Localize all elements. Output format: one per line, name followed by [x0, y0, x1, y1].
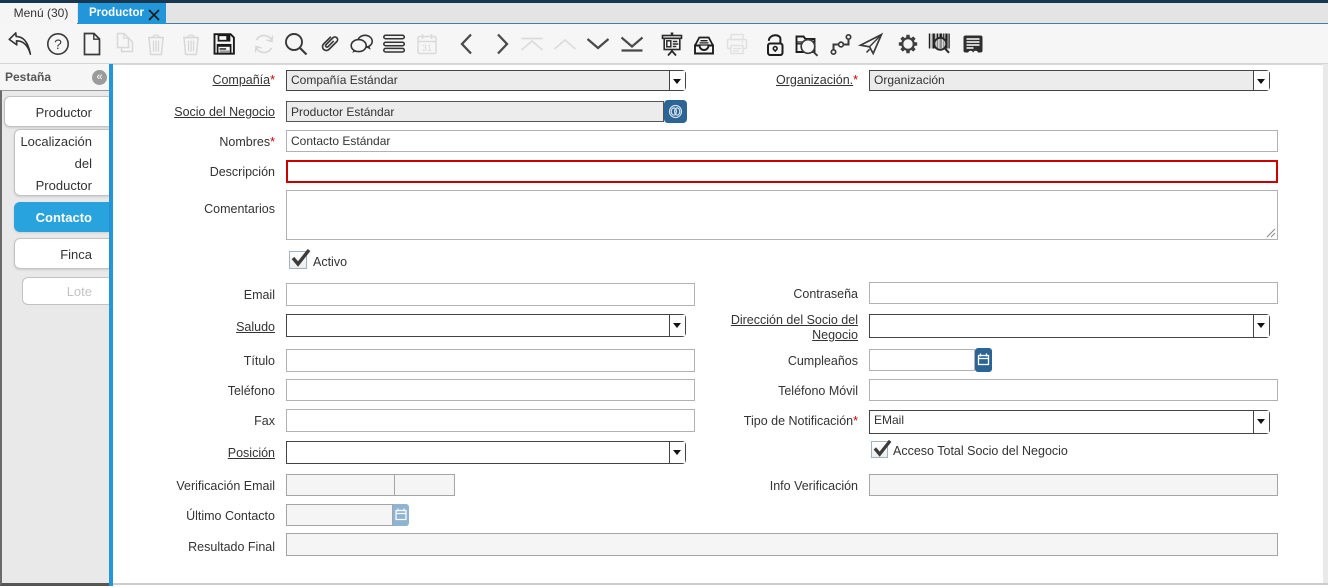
- svg-text:?: ?: [54, 36, 62, 52]
- svg-text:31: 31: [422, 43, 432, 53]
